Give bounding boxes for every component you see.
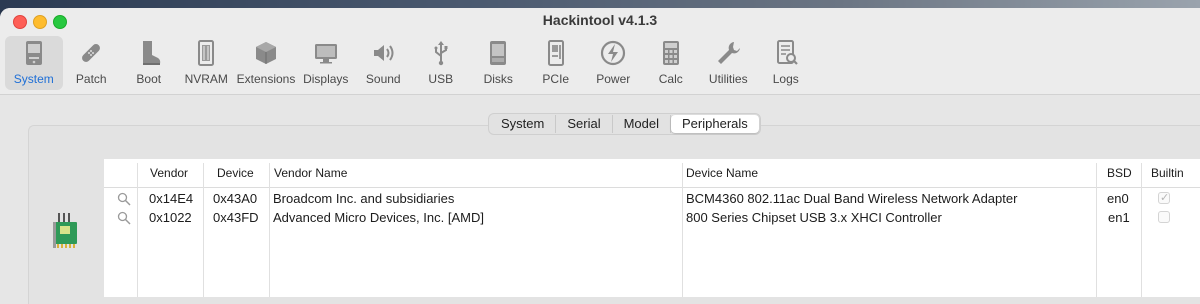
toolbar-patch-button[interactable]: Patch: [63, 36, 121, 90]
toolbar-item-label: USB: [428, 72, 454, 86]
device-name: 800 Series Chipset USB 3.x XHCI Controll…: [686, 210, 942, 225]
toolbar-item-label: Boot: [136, 72, 162, 86]
column-header-device-name[interactable]: Device Name: [686, 159, 758, 187]
magnifier-icon[interactable]: [117, 211, 131, 225]
app-window: Hackintool v4.1.3 System Patch Boot NVRA…: [0, 8, 1200, 304]
column-divider: [682, 163, 683, 297]
utilities-icon: [711, 38, 745, 68]
peripherals-table: Vendor Device Vendor Name Device Name BS…: [104, 159, 1200, 297]
toolbar-boot-button[interactable]: Boot: [120, 36, 178, 90]
column-divider: [137, 163, 138, 297]
toolbar-item-label: NVRAM: [184, 72, 228, 86]
toolbar-sound-button[interactable]: Sound: [355, 36, 413, 90]
device-name: BCM4360 802.11ac Dual Band Wireless Netw…: [686, 191, 1018, 206]
column-header-vendor-name[interactable]: Vendor Name: [274, 159, 347, 187]
bsd-name: en0: [1107, 191, 1129, 206]
toolbar-extensions-button[interactable]: Extensions: [235, 36, 297, 90]
disks-icon: [481, 38, 515, 68]
calc-icon: [654, 38, 688, 68]
tab-system[interactable]: System: [490, 115, 557, 133]
logs-icon: [769, 38, 803, 68]
toolbar-pcie-button[interactable]: PCIe: [527, 36, 585, 90]
column-divider: [269, 163, 270, 297]
column-header-device[interactable]: Device: [217, 159, 254, 187]
column-header-builtin[interactable]: Builtin: [1151, 159, 1184, 187]
builtin-checkbox[interactable]: ✓: [1158, 192, 1170, 204]
boot-icon: [132, 38, 166, 68]
toolbar-item-label: PCIe: [542, 72, 570, 86]
tab-peripherals[interactable]: Peripherals: [671, 115, 759, 133]
toolbar-item-label: Disks: [483, 72, 513, 86]
toolbar-displays-button[interactable]: Displays: [297, 36, 355, 90]
column-divider: [203, 163, 204, 297]
toolbar-item-label: Patch: [75, 72, 107, 86]
toolbar-nvram-button[interactable]: NVRAM: [178, 36, 236, 90]
checkmark-icon: ✓: [1160, 192, 1170, 204]
tab-serial[interactable]: Serial: [556, 115, 613, 133]
usb-icon: [424, 38, 458, 68]
toolbar-item-label: Sound: [365, 72, 401, 86]
displays-icon: [309, 38, 343, 68]
toolbar-item-label: Logs: [772, 72, 799, 86]
power-icon: [596, 38, 630, 68]
toolbar-power-button[interactable]: Power: [585, 36, 643, 90]
network-card-icon: [50, 213, 80, 253]
bsd-name: en1: [1108, 210, 1130, 225]
vendor-name: Advanced Micro Devices, Inc. [AMD]: [273, 210, 484, 225]
magnifier-icon[interactable]: [117, 192, 131, 206]
window-title: Hackintool v4.1.3: [542, 12, 658, 28]
toolbar-disks-button[interactable]: Disks: [470, 36, 528, 90]
toolbar-item-label: Displays: [303, 72, 349, 86]
column-header-bsd[interactable]: BSD: [1107, 159, 1132, 187]
table-row[interactable]: 0x14E4 0x43A0 Broadcom Inc. and subsidia…: [104, 189, 1200, 208]
toolbar-item-label: Extensions: [236, 72, 296, 86]
patch-icon: [74, 38, 108, 68]
toolbar-item-label: System: [13, 72, 54, 86]
vendor-id: 0x14E4: [149, 191, 194, 206]
toolbar-item-label: Calc: [658, 72, 683, 86]
toolbar-item-label: Power: [596, 72, 631, 86]
toolbar-logs-button[interactable]: Logs: [757, 36, 815, 90]
column-divider: [1096, 163, 1097, 297]
toolbar-utilities-button[interactable]: Utilities: [700, 36, 758, 90]
tab-model[interactable]: Model: [613, 115, 672, 133]
system-icon: [17, 38, 51, 68]
toolbar-item-label: Utilities: [708, 72, 748, 86]
toolbar-usb-button[interactable]: USB: [412, 36, 470, 90]
device-id: 0x43A0: [213, 191, 258, 206]
builtin-checkbox[interactable]: [1158, 211, 1170, 223]
nvram-icon: [189, 38, 223, 68]
toolbar-calc-button[interactable]: Calc: [642, 36, 700, 90]
tab-bar: System Serial Model Peripherals: [488, 113, 761, 135]
sound-icon: [366, 38, 400, 68]
column-header-vendor[interactable]: Vendor: [150, 159, 188, 187]
vendor-id: 0x1022: [149, 210, 192, 225]
toolbar: System Patch Boot NVRAM Extensions Displ…: [5, 36, 815, 90]
pcie-icon: [539, 38, 573, 68]
table-row[interactable]: 0x1022 0x43FD Advanced Micro Devices, In…: [104, 208, 1200, 227]
device-id: 0x43FD: [213, 210, 259, 225]
toolbar-system-button[interactable]: System: [5, 36, 63, 90]
vendor-name: Broadcom Inc. and subsidiaries: [273, 191, 455, 206]
title-bar: Hackintool v4.1.3 System Patch Boot NVRA…: [0, 8, 1200, 95]
extensions-icon: [249, 38, 283, 68]
column-divider: [1141, 163, 1142, 297]
